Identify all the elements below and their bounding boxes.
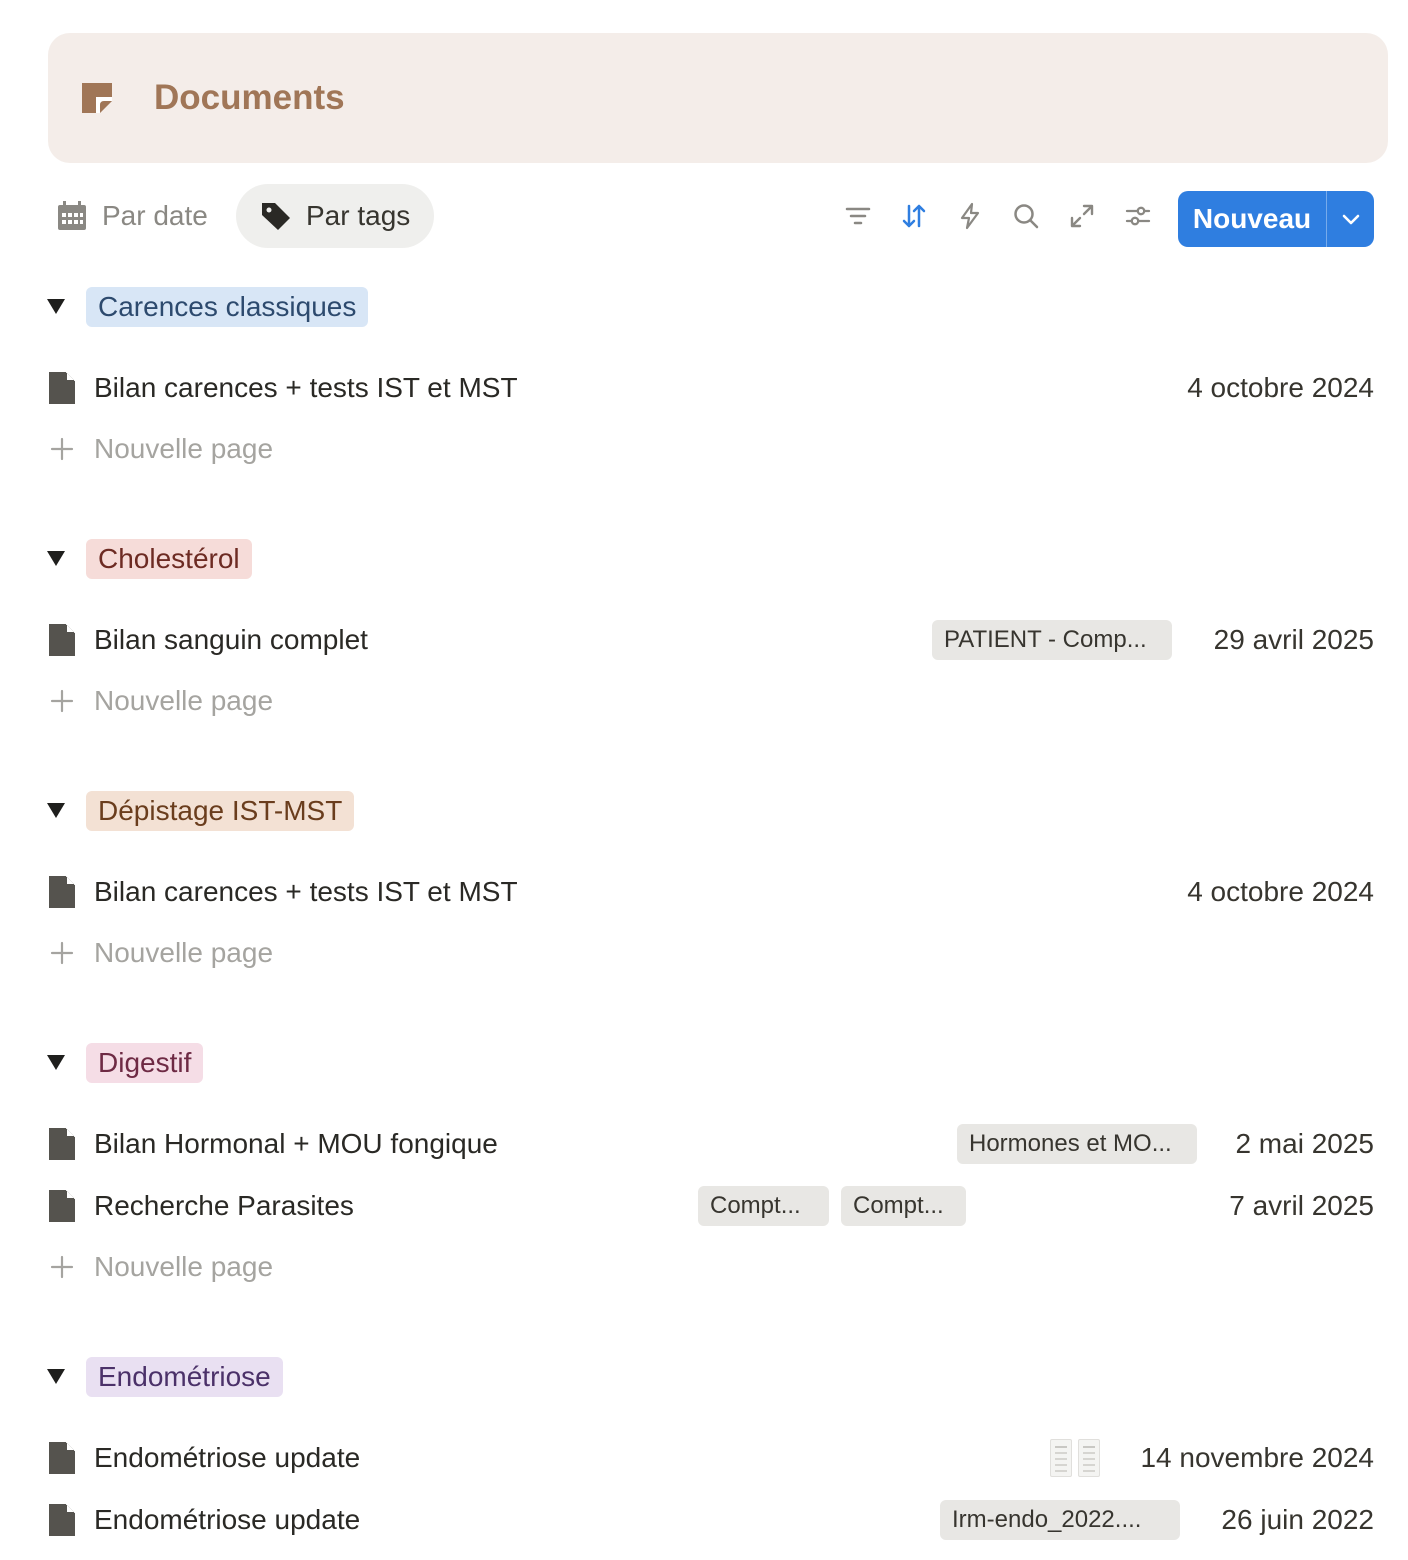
file-thumbnail[interactable] <box>1050 1439 1072 1477</box>
database-header: Documents <box>48 33 1388 163</box>
tab-label: Par date <box>102 200 208 231</box>
row-date: 14 novembre 2024 <box>1140 1442 1374 1473</box>
new-page-label: Nouvelle page <box>94 433 274 464</box>
new-page-label: Nouvelle page <box>94 685 274 716</box>
page-icon <box>49 372 75 404</box>
new-page-label: Nouvelle page <box>94 937 274 968</box>
group-header: Dépistage IST-MST <box>46 791 355 831</box>
group-tag[interactable]: Dépistage IST-MST <box>86 791 355 831</box>
group-header: Endométriose <box>46 1357 283 1397</box>
row-date: 29 avril 2025 <box>1213 624 1374 655</box>
file-chip[interactable]: Compt... <box>698 1186 829 1226</box>
row-title[interactable]: Bilan carences + tests IST et MST <box>94 876 518 908</box>
view-toolbar: Par date Par tags Nouveau <box>48 184 1374 248</box>
row-date: 7 avril 2025 <box>1229 1190 1374 1221</box>
row-date: 4 octobre 2024 <box>1187 876 1374 907</box>
group-header: Digestif <box>46 1043 204 1083</box>
new-button-group: Nouveau <box>1178 191 1374 247</box>
file-thumbnail[interactable] <box>1078 1439 1100 1477</box>
plus-icon <box>48 1255 76 1279</box>
automation-icon[interactable] <box>954 200 986 232</box>
plus-icon <box>48 689 76 713</box>
new-page-label: Nouvelle page <box>94 1251 274 1282</box>
group-tag[interactable]: Cholestérol <box>86 539 252 579</box>
chevron-down-icon <box>1342 214 1359 225</box>
group-header: Carences classiques <box>46 287 369 327</box>
row-title[interactable]: Bilan Hormonal + MOU fongique <box>94 1128 498 1160</box>
collapse-triangle-icon[interactable] <box>46 1053 66 1073</box>
new-page-button[interactable]: Nouvelle page <box>48 933 273 973</box>
group-header: Cholestérol <box>46 539 252 579</box>
tab-par-tags[interactable]: Par tags <box>236 184 435 248</box>
settings-icon[interactable] <box>1122 200 1154 232</box>
table-row[interactable]: Bilan carences + tests IST et MST 4 octo… <box>48 362 1374 414</box>
page-icon <box>49 1442 75 1474</box>
tab-par-date[interactable]: Par date <box>48 184 232 248</box>
new-page-button[interactable]: Nouvelle page <box>48 429 273 469</box>
row-title[interactable]: Bilan carences + tests IST et MST <box>94 372 518 404</box>
table-row[interactable]: Recherche Parasites Compt... Compt... 7 … <box>48 1180 1374 1232</box>
group-tag[interactable]: Digestif <box>86 1043 204 1083</box>
row-date: 26 juin 2022 <box>1221 1504 1374 1535</box>
page-title: Documents <box>154 78 345 117</box>
calendar-icon <box>58 201 86 230</box>
collapse-triangle-icon[interactable] <box>46 801 66 821</box>
row-title[interactable]: Recherche Parasites <box>94 1190 354 1222</box>
page-icon <box>49 624 75 656</box>
new-dropdown-button[interactable] <box>1327 191 1374 247</box>
row-date: 4 octobre 2024 <box>1187 372 1374 403</box>
group-tag[interactable]: Endométriose <box>86 1357 283 1397</box>
document-icon <box>82 83 112 113</box>
file-chip[interactable]: Irm-endo_2022.... <box>940 1500 1180 1540</box>
filter-icon[interactable] <box>842 200 874 232</box>
sort-icon[interactable] <box>898 200 930 232</box>
new-button[interactable]: Nouveau <box>1178 191 1326 247</box>
page-icon <box>49 1190 75 1222</box>
row-title[interactable]: Endométriose update <box>94 1442 360 1474</box>
group-tag[interactable]: Carences classiques <box>86 287 369 327</box>
tag-icon <box>262 203 290 230</box>
collapse-triangle-icon[interactable] <box>46 297 66 317</box>
page-icon <box>49 876 75 908</box>
collapse-triangle-icon[interactable] <box>46 1367 66 1387</box>
row-title[interactable]: Endométriose update <box>94 1504 360 1536</box>
new-page-button[interactable]: Nouvelle page <box>48 1247 273 1287</box>
page-icon <box>49 1504 75 1536</box>
row-date: 2 mai 2025 <box>1235 1128 1374 1159</box>
plus-icon <box>48 437 76 461</box>
table-row[interactable]: Endométriose update 14 novembre 2024 <box>48 1432 1374 1484</box>
table-row[interactable]: Bilan carences + tests IST et MST 4 octo… <box>48 866 1374 918</box>
expand-icon[interactable] <box>1066 200 1098 232</box>
page-icon <box>49 1128 75 1160</box>
plus-icon <box>48 941 76 965</box>
table-row[interactable]: Bilan sanguin complet PATIENT - Comp... … <box>48 614 1374 666</box>
file-chip[interactable]: Hormones et MO... <box>957 1124 1197 1164</box>
file-chip[interactable]: PATIENT - Comp... <box>932 620 1172 660</box>
row-title[interactable]: Bilan sanguin complet <box>94 624 368 656</box>
tab-label: Par tags <box>306 200 411 231</box>
table-row[interactable]: Endométriose update Irm-endo_2022.... 26… <box>48 1494 1374 1546</box>
table-row[interactable]: Bilan Hormonal + MOU fongique Hormones e… <box>48 1118 1374 1170</box>
file-chip[interactable]: Compt... <box>841 1186 966 1226</box>
new-page-button[interactable]: Nouvelle page <box>48 681 273 721</box>
search-icon[interactable] <box>1010 200 1042 232</box>
collapse-triangle-icon[interactable] <box>46 549 66 569</box>
